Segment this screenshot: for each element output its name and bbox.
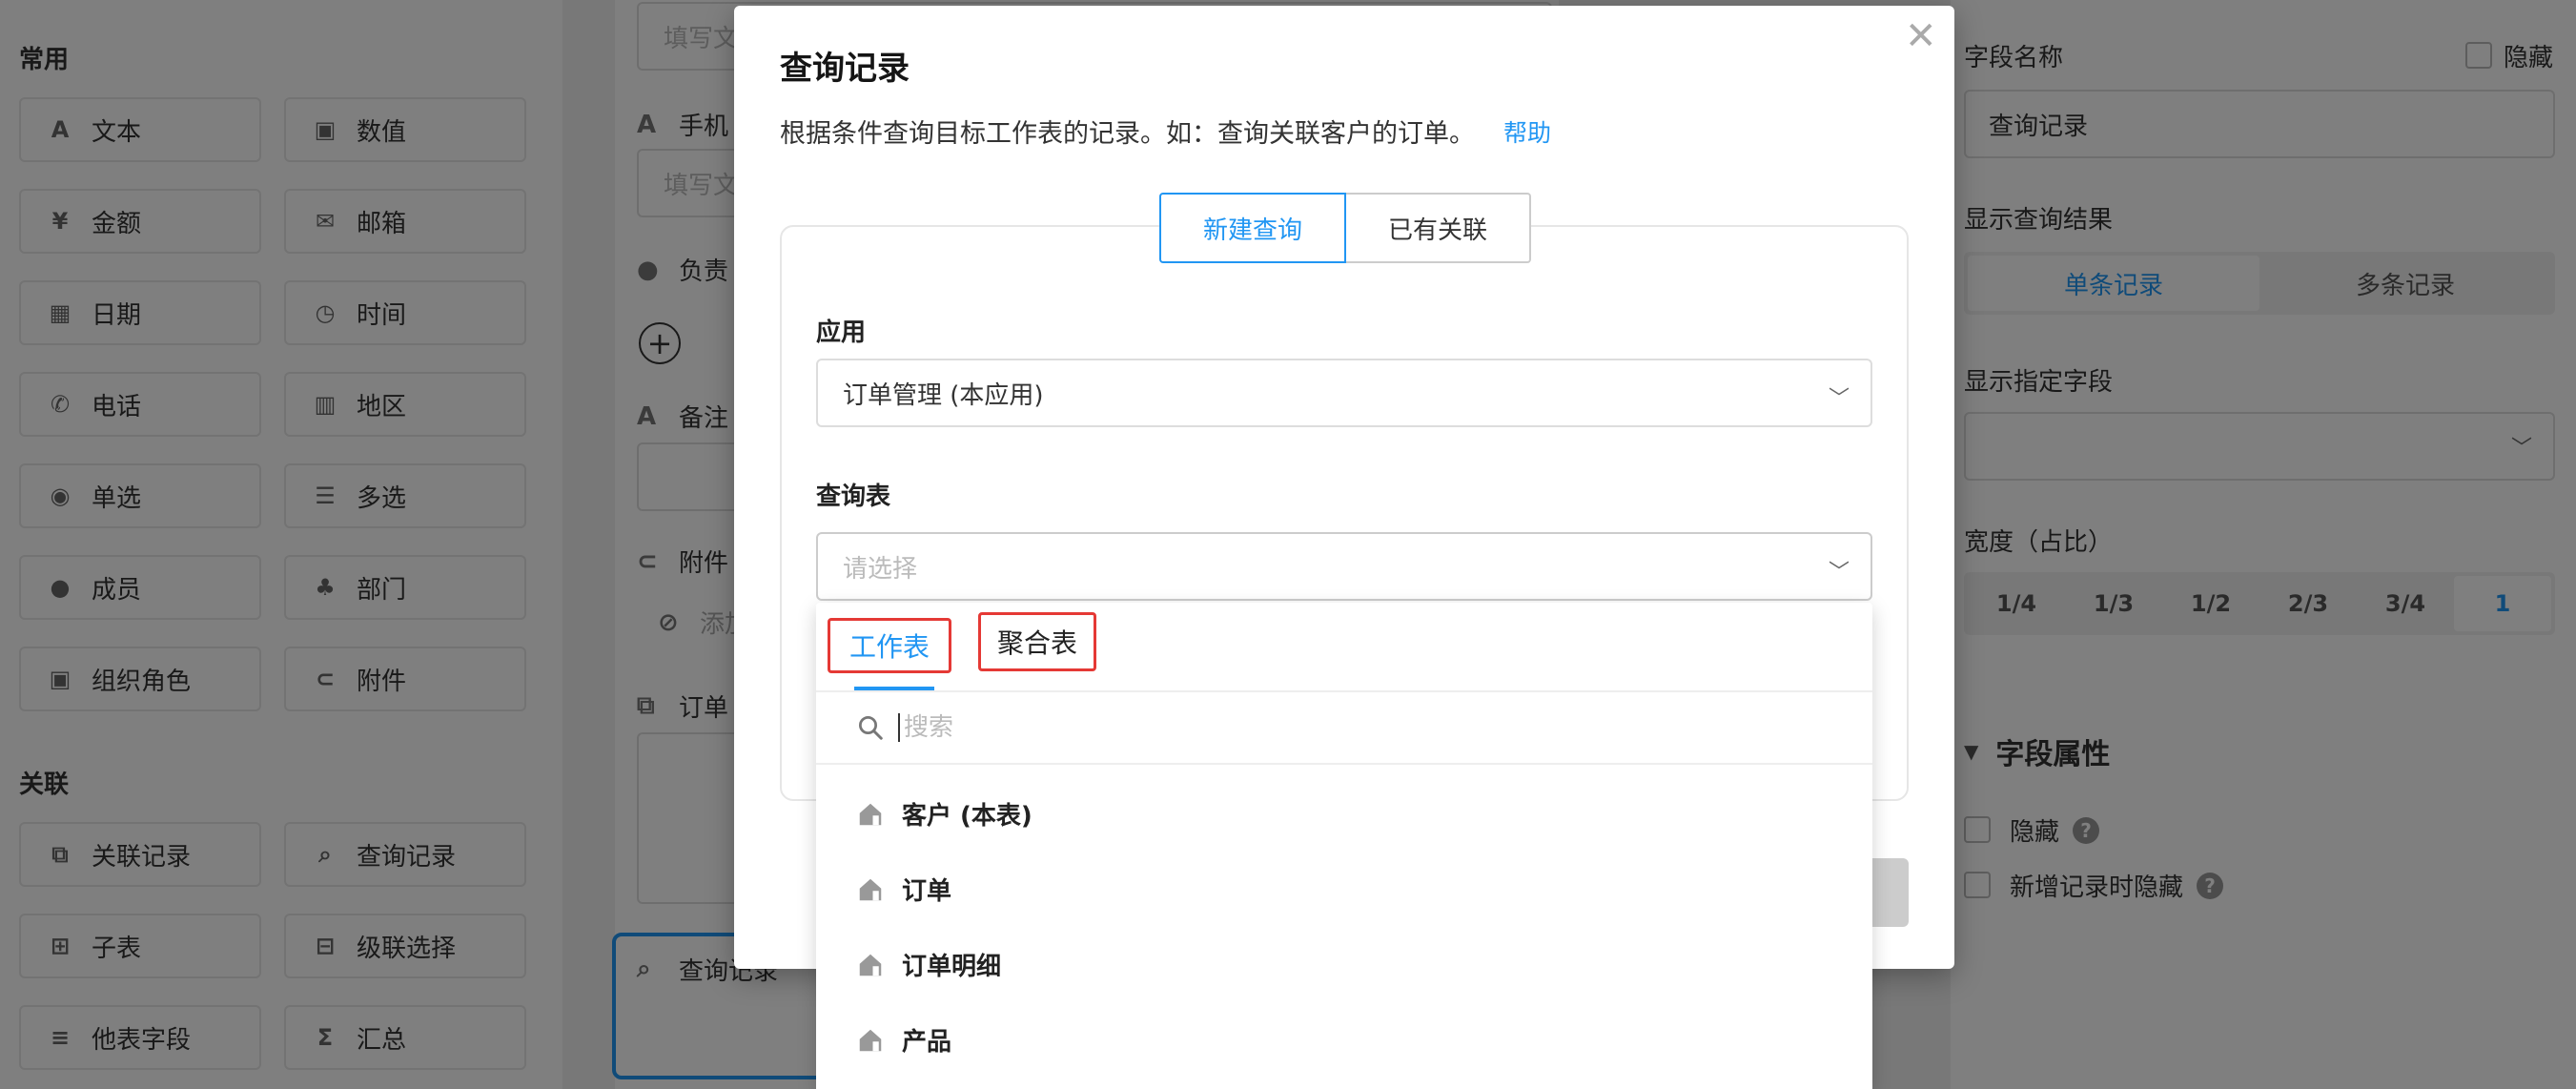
table-search-input[interactable]	[898, 713, 1470, 742]
table-option-product[interactable]: 产品	[816, 1002, 1872, 1078]
active-tab-indicator	[854, 687, 934, 690]
app-label: 应用	[816, 318, 867, 347]
tab-aggregate-table[interactable]: 聚合表	[978, 612, 1096, 671]
table-option-customer[interactable]: 客户 (本表)	[816, 776, 1872, 852]
tab-existing-relation[interactable]: 已有关联	[1346, 193, 1531, 263]
search-icon	[859, 716, 883, 740]
table-option-order[interactable]: 订单	[816, 852, 1872, 927]
tab-new-query[interactable]: 新建查询	[1159, 193, 1346, 263]
dialog-title: 查询记录	[780, 50, 910, 88]
help-link[interactable]: 帮助	[1503, 114, 1551, 149]
worksheet-icon	[859, 1029, 882, 1051]
chevron-down-icon: ﹀	[1828, 387, 1850, 411]
chevron-down-icon: ﹀	[1828, 561, 1850, 585]
query-table-select[interactable]: 请选择 ﹀	[816, 532, 1872, 601]
close-icon[interactable]: ✕	[1905, 17, 1937, 55]
table-search-bar	[816, 692, 1872, 765]
table-option-order-detail[interactable]: 订单明细	[816, 927, 1872, 1002]
dialog-description: 根据条件查询目标工作表的记录。如：查询关联客户的订单。 帮助	[780, 113, 1551, 150]
query-mode-tabs: 新建查询 已有关联	[1159, 193, 1531, 263]
query-table-label: 查询表	[816, 483, 891, 511]
table-picker-dropdown: 工作表 聚合表 客户 (本表) 订单 订单明细 产品	[816, 603, 1872, 1089]
worksheet-icon	[859, 803, 882, 825]
app-select[interactable]: 订单管理 (本应用) ﹀	[816, 359, 1872, 427]
worksheet-icon	[859, 878, 882, 900]
worksheet-icon	[859, 954, 882, 976]
tab-worksheet[interactable]: 工作表	[828, 618, 951, 673]
table-type-tabs: 工作表 聚合表	[816, 603, 1872, 692]
